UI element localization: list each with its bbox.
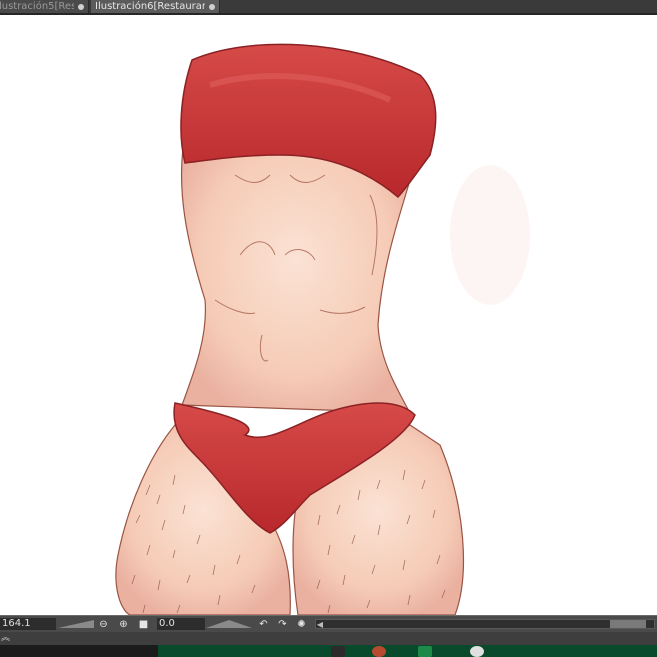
zoom-slider[interactable] — [58, 619, 94, 629]
taskbar-app-icon[interactable] — [372, 646, 386, 657]
zoom-out-icon[interactable]: ⊖ — [97, 618, 110, 630]
close-dot-icon[interactable] — [78, 3, 84, 10]
tab-label: Ilustración5[Resta — [0, 1, 74, 12]
fit-icon[interactable]: ■ — [137, 618, 150, 630]
taskbar-app-icon[interactable] — [418, 646, 432, 657]
system-taskbar — [0, 645, 657, 657]
document-tab-bar: Ilustración5[Resta Ilustración6[Restaura… — [0, 0, 657, 15]
taskbar-left-area — [0, 645, 158, 657]
horizontal-scrollbar[interactable] — [315, 619, 655, 629]
tab-label: Ilustración6[Restaurar]* — [95, 1, 205, 12]
rotation-angle-field[interactable]: 0.0 — [157, 618, 205, 630]
taskbar-app-icon[interactable] — [470, 646, 484, 657]
drawing-canvas[interactable] — [0, 15, 657, 615]
close-dot-icon[interactable] — [209, 3, 215, 10]
zoom-field[interactable]: 164.1 — [0, 618, 56, 630]
collapse-icon[interactable]: ︽ — [0, 632, 11, 644]
scroll-left-icon[interactable]: ◀ — [315, 619, 325, 629]
reset-rotation-icon[interactable]: ✺ — [295, 618, 308, 630]
illustration — [115, 43, 530, 615]
rotate-right-icon[interactable]: ↷ — [276, 618, 289, 630]
tab-ilustracion5[interactable]: Ilustración5[Resta — [0, 0, 89, 13]
bottom-panel-bar: ︽ — [0, 632, 657, 646]
rotation-slider[interactable] — [206, 619, 252, 629]
scrollbar-thumb[interactable] — [610, 620, 646, 628]
taskbar-app-icon[interactable] — [331, 646, 345, 657]
tab-ilustracion6[interactable]: Ilustración6[Restaurar]* — [91, 0, 220, 13]
background-smudge — [450, 165, 530, 305]
canvas-status-bar: 164.1 ⊖ ⊕ ■ 0.0 ↶ ↷ ✺ ◀ — [0, 615, 657, 632]
rotate-left-icon[interactable]: ↶ — [257, 618, 270, 630]
zoom-in-icon[interactable]: ⊕ — [117, 618, 130, 630]
